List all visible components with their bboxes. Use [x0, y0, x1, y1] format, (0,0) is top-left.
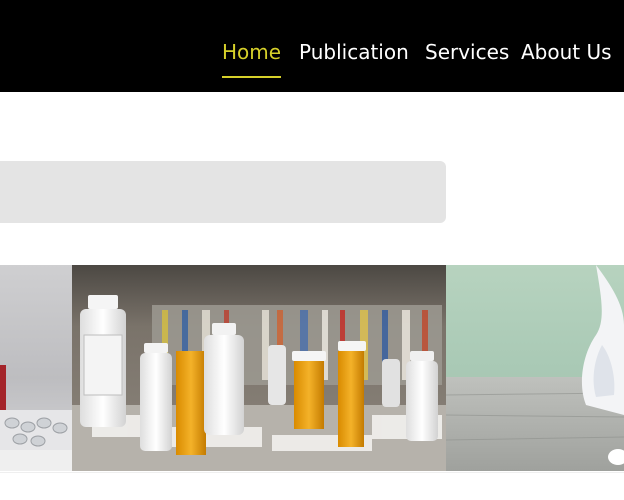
top-navbar: Home Publication Services About Us — [0, 0, 624, 92]
nav-publication[interactable]: Publication — [299, 39, 409, 65]
medicine-bottles-photo — [72, 265, 446, 471]
section-divider — [0, 472, 624, 473]
search-bar[interactable] — [0, 161, 446, 223]
pill-blister-photo — [0, 265, 72, 471]
nav-active-underline — [222, 76, 281, 78]
image-gallery — [0, 265, 624, 471]
gallery-image-cat[interactable] — [446, 265, 624, 471]
gallery-image-medicine-bottles[interactable] — [72, 265, 446, 471]
cat-photo — [446, 265, 624, 471]
nav-services[interactable]: Services — [425, 39, 509, 65]
gallery-image-pills[interactable] — [0, 265, 72, 471]
nav-about-us[interactable]: About Us — [521, 39, 612, 65]
nav-home[interactable]: Home — [222, 39, 281, 65]
